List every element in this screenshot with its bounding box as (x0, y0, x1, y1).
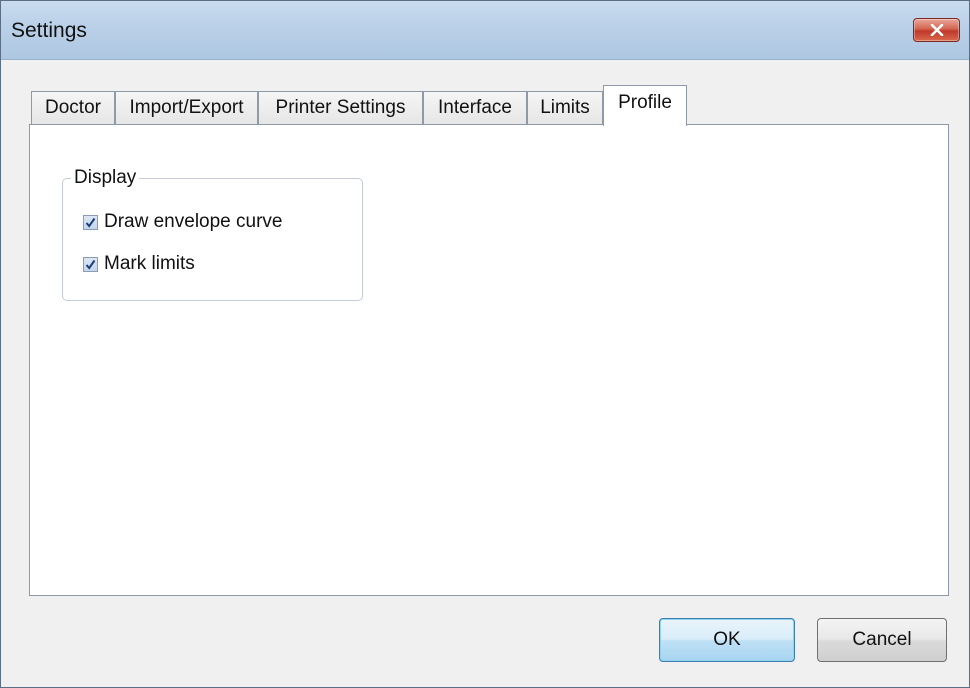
tab-limits[interactable]: Limits (527, 91, 603, 124)
tab-doctor[interactable]: Doctor (31, 91, 115, 124)
button-label: Cancel (852, 629, 912, 650)
title-bar[interactable]: Settings (1, 1, 969, 60)
checkmark-icon (85, 217, 96, 228)
mark-limits-option[interactable]: Mark limits (83, 253, 195, 275)
tab-label: Import/Export (129, 97, 244, 118)
groupbox-label: Display (71, 167, 140, 189)
cancel-button[interactable]: Cancel (817, 618, 947, 662)
tab-label: Limits (540, 97, 590, 118)
tab-strip: Doctor Import/Export Printer Settings In… (31, 85, 961, 126)
tab-printer-settings[interactable]: Printer Settings (258, 91, 423, 124)
ok-button[interactable]: OK (659, 618, 795, 662)
close-icon (930, 24, 943, 36)
mark-limits-checkbox[interactable] (83, 256, 98, 272)
display-groupbox: Display Draw envelope curve Mark limits (62, 167, 363, 301)
button-label: OK (713, 629, 741, 650)
checkbox-label: Draw envelope curve (104, 211, 283, 232)
tab-label: Interface (438, 97, 512, 118)
tab-import-export[interactable]: Import/Export (115, 91, 258, 124)
tab-label: Profile (618, 92, 672, 113)
tab-profile[interactable]: Profile (603, 85, 687, 126)
checkbox-label: Mark limits (104, 253, 195, 274)
checkmark-icon (85, 259, 96, 270)
tab-panel-profile: Display Draw envelope curve Mark limits (29, 124, 949, 596)
draw-envelope-curve-option[interactable]: Draw envelope curve (83, 211, 282, 233)
dialog-client-area: Doctor Import/Export Printer Settings In… (9, 60, 961, 679)
tab-label: Doctor (45, 97, 101, 118)
draw-envelope-curve-checkbox[interactable] (83, 214, 98, 230)
tab-interface[interactable]: Interface (423, 91, 527, 124)
close-button[interactable] (913, 18, 960, 42)
settings-window: Settings Doctor Import/Export Printer Se… (0, 0, 970, 688)
tab-label: Printer Settings (275, 97, 406, 118)
window-title: Settings (11, 19, 87, 42)
